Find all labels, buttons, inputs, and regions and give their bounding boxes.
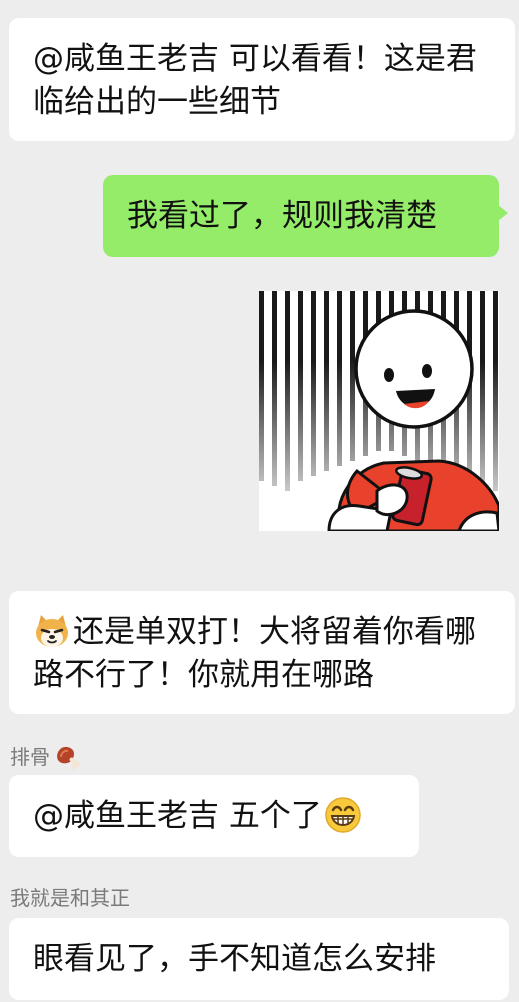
message-text: 眼看见了，手不知道怎么安排 bbox=[33, 941, 436, 977]
message-text: 还是单双打！大将留着你看哪路不行了！你就用在哪路 bbox=[33, 614, 476, 693]
meat-bone-emoji bbox=[57, 746, 80, 770]
message-bubble[interactable]: 眼看见了，手不知道怎么安排 bbox=[9, 918, 509, 1000]
message-bubble[interactable]: @咸鱼王老吉 五个了 bbox=[9, 775, 419, 857]
sender-name: 我就是和其正 bbox=[10, 885, 130, 911]
message-text: @咸鱼王老吉 五个了 bbox=[33, 798, 322, 834]
message-text: @咸鱼王老吉 可以看看！这是君临给出的一些细节 bbox=[33, 41, 477, 120]
sticker-image[interactable] bbox=[259, 291, 499, 531]
message-bubble[interactable]: 还是单双打！大将留着你看哪路不行了！你就用在哪路 bbox=[9, 591, 515, 714]
grinning-emoji bbox=[325, 796, 361, 833]
sender-label: 排骨 bbox=[10, 745, 50, 769]
message-bubble-outgoing[interactable]: 我看过了，规则我清楚 bbox=[103, 175, 508, 257]
message-bubble[interactable]: @咸鱼王老吉 可以看看！这是君临给出的一些细节 bbox=[9, 18, 515, 141]
stickman-head bbox=[354, 309, 474, 429]
doge-emoji bbox=[36, 614, 68, 647]
sender-name: 排骨 bbox=[10, 742, 82, 772]
sender-label: 我就是和其正 bbox=[10, 886, 130, 910]
message-text: 我看过了，规则我清楚 bbox=[127, 198, 437, 234]
